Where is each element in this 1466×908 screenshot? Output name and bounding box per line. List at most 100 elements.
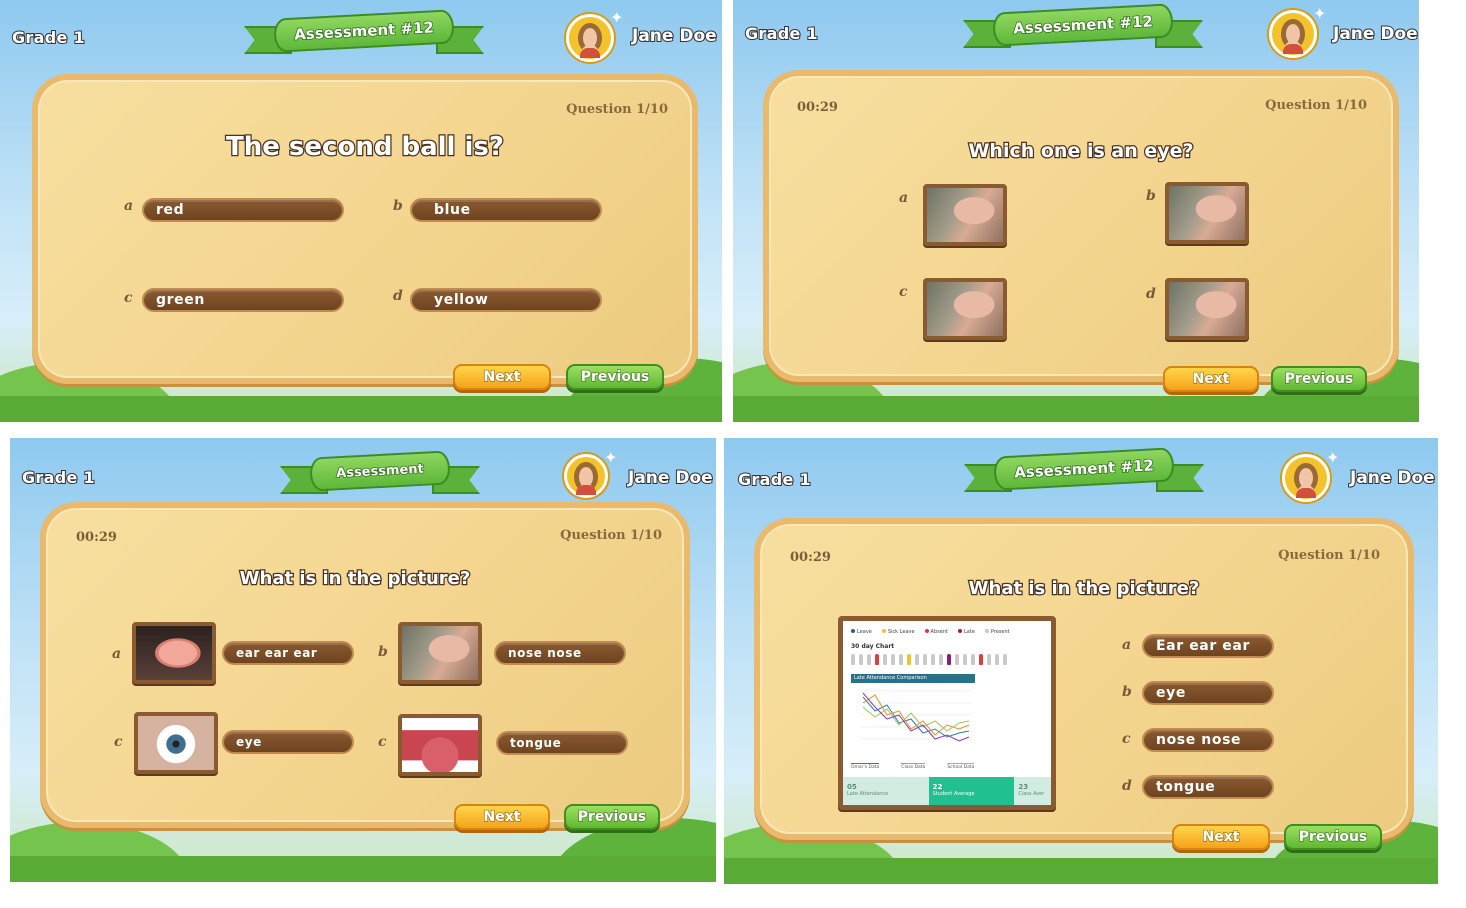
option-a-image[interactable]	[923, 184, 1007, 246]
person-icon	[963, 654, 967, 665]
option-d-button[interactable]: yellow	[410, 288, 602, 312]
avatar[interactable]	[566, 14, 614, 62]
option-a-button[interactable]: red	[142, 198, 344, 222]
option-c-button[interactable]: green	[142, 288, 344, 312]
assessment-title: Assessment #12	[992, 3, 1174, 47]
user-name: Jane Doe	[627, 467, 714, 489]
option-letter: a	[124, 198, 134, 214]
series-omar: Omar's Data	[851, 763, 880, 770]
option-letter: a	[112, 646, 122, 662]
option-d-button[interactable]: tongue	[1142, 775, 1274, 799]
option-b-image[interactable]	[398, 622, 482, 684]
stat-class-average: 23 Class Aver	[1014, 777, 1051, 805]
chart-title: 30 day Chart	[851, 643, 895, 650]
question-text: What is in the picture?	[238, 567, 471, 591]
face-photo	[402, 626, 478, 680]
grade-label: Grade 1	[11, 27, 86, 48]
face-photo	[927, 188, 1003, 242]
option-d-button[interactable]: tongue	[496, 731, 628, 755]
person-icon	[987, 654, 991, 665]
user-name: Jane Doe	[631, 25, 718, 47]
option-c-image[interactable]	[134, 712, 218, 774]
title-ribbon: Assessment #12	[244, 9, 484, 58]
grade-label: Grade 1	[21, 467, 96, 488]
person-icon	[931, 654, 935, 665]
stats-bar: 05 Late Attendance 22 Student Average 23 Cl…	[843, 777, 1051, 805]
option-letter: d	[1122, 778, 1132, 794]
legend-absent: Absent	[925, 629, 948, 635]
option-a-button[interactable]: Ear ear ear	[1142, 634, 1274, 658]
person-icon	[979, 654, 983, 665]
next-button[interactable]: Next	[1163, 366, 1259, 392]
sparkle-icon: ✦	[1326, 448, 1340, 467]
question-text: Which one is an eye?	[967, 139, 1195, 164]
option-d-image[interactable]	[398, 714, 482, 776]
legend-sick-leave: Sick Leave	[882, 629, 915, 635]
user-name: Jane Doe	[1349, 467, 1436, 489]
legend-late: Late	[958, 629, 975, 635]
previous-button[interactable]: Previous	[566, 364, 664, 390]
previous-button[interactable]: Previous	[564, 804, 660, 830]
question-number: Question 1/10	[560, 528, 662, 543]
legend-present: Present	[985, 629, 1010, 635]
face-photo	[1169, 186, 1245, 240]
face-photo	[1169, 282, 1245, 336]
avatar[interactable]	[564, 454, 608, 498]
previous-button[interactable]: Previous	[1271, 366, 1367, 392]
person-icon	[867, 654, 871, 665]
option-b-button[interactable]: nose nose	[494, 641, 626, 665]
person-icon	[923, 654, 927, 665]
option-letter: c	[124, 290, 133, 306]
person-icon	[947, 654, 951, 665]
option-c-image[interactable]	[923, 278, 1007, 340]
grade-label: Grade 1	[737, 469, 812, 490]
option-letter: d	[1146, 286, 1156, 302]
sparkle-icon: ✦	[610, 8, 624, 27]
quiz-panel-3: Grade 1 Assessment ✦ Jane Doe 00:29 Ques…	[10, 438, 716, 882]
series-school: School Data	[947, 763, 975, 770]
person-icon	[939, 654, 943, 665]
person-icon	[995, 654, 999, 665]
next-button[interactable]: Next	[1172, 824, 1270, 850]
series-key: Omar's Data Class Data School Data	[851, 763, 975, 770]
next-button[interactable]: Next	[453, 364, 551, 390]
previous-button[interactable]: Previous	[1284, 824, 1382, 850]
avatar[interactable]	[1269, 10, 1317, 58]
question-text: The second ball is?	[225, 131, 506, 164]
option-b-button[interactable]: eye	[1142, 681, 1274, 705]
legend-leave: Leave	[851, 629, 872, 635]
option-letter: c	[1122, 731, 1131, 747]
title-ribbon: Assessment	[280, 450, 480, 498]
option-c-button[interactable]: eye	[222, 730, 354, 754]
question-board: 00:29 Question 1/10 What is in the pictu…	[754, 518, 1414, 840]
person-icon	[891, 654, 895, 665]
eye-photo	[138, 716, 214, 770]
option-letter: b	[378, 644, 388, 660]
option-d-image[interactable]	[1165, 278, 1249, 340]
question-number: Question 1/10	[1278, 548, 1380, 563]
assessment-title: Assessment #12	[273, 9, 455, 53]
question-text: What is in the picture?	[967, 577, 1200, 601]
option-a-button[interactable]: ear ear ear	[222, 641, 354, 665]
line-chart	[861, 690, 971, 742]
quiz-panel-1: Grade 1 Assessment #12 ✦ Jane Doe Questi…	[0, 0, 722, 422]
avatar[interactable]	[1282, 454, 1330, 502]
option-b-button[interactable]: blue	[410, 198, 602, 222]
attendance-icons	[851, 654, 1007, 665]
next-button[interactable]: Next	[454, 804, 550, 830]
person-icon	[955, 654, 959, 665]
face-photo	[927, 282, 1003, 336]
timer: 00:29	[797, 100, 838, 115]
section-title: Late Attendance Comparison	[851, 674, 975, 683]
assessment-title: Assessment #12	[993, 447, 1175, 491]
attendance-chart-picture: Leave Sick Leave Absent Late Present 30 …	[838, 616, 1056, 810]
option-letter: c	[899, 284, 908, 300]
person-icon	[875, 654, 879, 665]
option-letter: c	[114, 734, 123, 750]
person-icon	[907, 654, 911, 665]
option-b-image[interactable]	[1165, 182, 1249, 244]
option-c-button[interactable]: nose nose	[1142, 728, 1274, 752]
option-letter: b	[1146, 188, 1156, 204]
option-a-image[interactable]	[132, 622, 216, 684]
person-icon	[899, 654, 903, 665]
